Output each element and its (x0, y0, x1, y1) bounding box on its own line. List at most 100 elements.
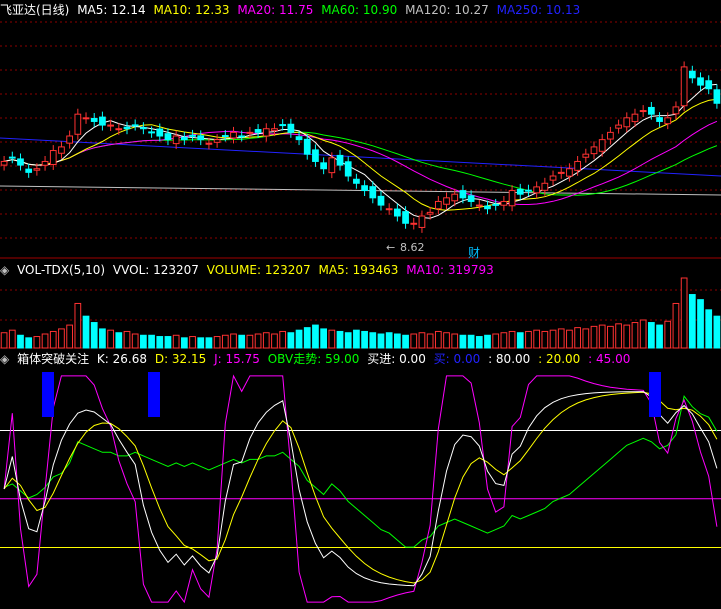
candle-body (353, 178, 360, 184)
buy-signal-bar (42, 372, 54, 417)
volume-bar (410, 333, 418, 349)
candle-body (238, 135, 246, 138)
candle-body (492, 203, 500, 206)
stock-chart-canvas[interactable]: 8.62 ← 财 (0, 0, 721, 609)
candle-body (221, 135, 229, 138)
volume-bar (172, 334, 180, 349)
volume-bar (508, 330, 516, 349)
volume-bar (475, 336, 483, 349)
volume-bar (17, 334, 24, 349)
candle-body (197, 135, 205, 141)
candle-body (328, 157, 336, 174)
candle-body (8, 156, 16, 159)
candle-body (549, 175, 557, 181)
volume-bar (107, 329, 114, 349)
volume-bar (8, 329, 16, 349)
candle-body (582, 153, 590, 158)
volume-bar (680, 277, 688, 349)
candle-body (566, 168, 573, 177)
finance-marker[interactable]: 财 (468, 246, 480, 260)
candle-body (484, 205, 491, 210)
volume-bar (164, 336, 172, 349)
volume-bar (672, 302, 680, 349)
volume-bar (33, 336, 41, 349)
candle-body (377, 195, 385, 206)
candle-body (647, 106, 655, 115)
d-line (3, 391, 718, 584)
candle-body (615, 124, 622, 129)
volume-bar (533, 329, 541, 349)
volume-bar (123, 330, 131, 349)
candle-body (508, 190, 516, 207)
volume-bar (279, 330, 287, 349)
candle-body (279, 124, 287, 127)
candle-body (115, 128, 123, 131)
volume-bar (385, 332, 393, 349)
candle-body (164, 133, 172, 141)
candle-body (140, 127, 147, 130)
volume-bar (344, 332, 352, 349)
candle-body (410, 222, 418, 225)
volume-bar (549, 329, 557, 349)
volume-bar (369, 332, 377, 349)
candle-body (287, 123, 295, 133)
volume-bar (688, 294, 696, 349)
volume-bar (0, 332, 8, 349)
candle-body (246, 131, 254, 134)
volume-bar (189, 336, 196, 349)
candle-body (443, 197, 450, 205)
volume-bar (639, 319, 647, 349)
volume-bar (574, 327, 581, 349)
candle-body (705, 80, 713, 90)
volume-bar (525, 330, 532, 349)
candle-body (361, 185, 368, 192)
volume-bar (213, 336, 221, 349)
volume-bar (336, 330, 344, 349)
volume-bar (115, 332, 123, 349)
candle-body (90, 117, 98, 122)
candle-body (664, 117, 672, 125)
volume-bar (148, 334, 155, 349)
volume-bar (205, 337, 213, 349)
volume-bar (647, 322, 655, 349)
j-line (3, 374, 718, 604)
candle-body (107, 124, 114, 127)
candle-body (123, 126, 131, 130)
volume-bar (295, 329, 303, 349)
k-line (3, 391, 718, 587)
volume-bar (377, 333, 385, 349)
candle-body (525, 189, 532, 192)
candle-body (426, 211, 434, 215)
volume-bar (287, 332, 295, 349)
volume-bar (156, 336, 164, 349)
candle-body (656, 117, 663, 122)
candle-body (533, 186, 541, 194)
volume-bar (426, 333, 434, 349)
volume-bars (0, 277, 721, 349)
volume-bar (74, 302, 82, 349)
candle-body (17, 158, 24, 166)
buy-signal-bar (148, 372, 160, 417)
volume-bar (328, 329, 336, 349)
volume-bar (459, 334, 467, 349)
candle-body (623, 117, 631, 128)
candle-body (312, 149, 319, 162)
candle-body (639, 110, 647, 113)
candle-body (320, 162, 327, 170)
moving-averages (0, 83, 721, 219)
candle-body (271, 128, 278, 132)
candle-body (33, 168, 41, 171)
volume-bar (230, 333, 237, 349)
candle-body (336, 154, 344, 166)
candle-body (148, 131, 155, 134)
candle-body (451, 193, 459, 202)
obv-line (3, 395, 718, 548)
volume-bar (312, 324, 319, 349)
candle-body (66, 135, 74, 144)
volume-bar (25, 337, 33, 349)
candle-body (394, 208, 401, 217)
candle-body (230, 131, 237, 139)
candle-body (697, 77, 704, 86)
volume-bar (631, 322, 639, 349)
low-arrow-icon: ← (386, 241, 395, 254)
